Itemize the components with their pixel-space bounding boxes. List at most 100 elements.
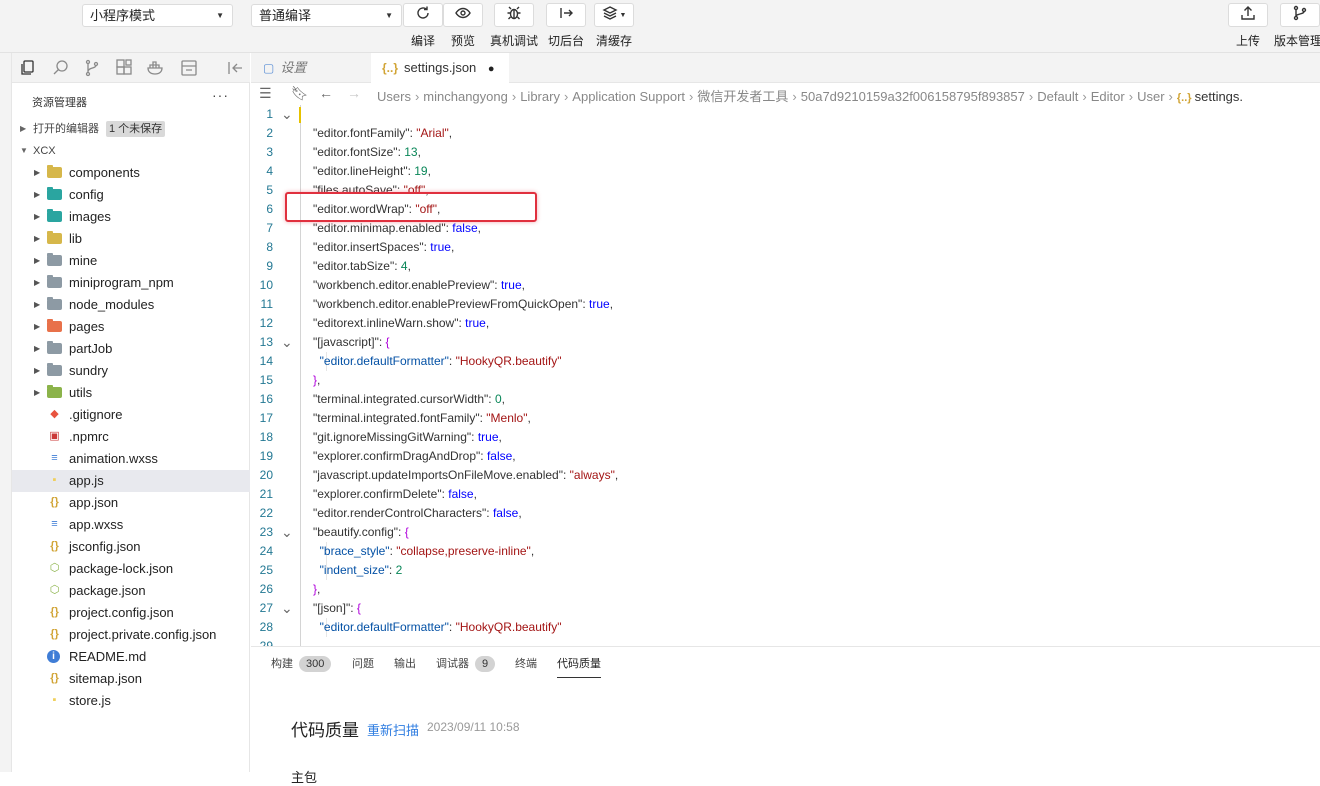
- code-token: "indent_size": [319, 563, 389, 577]
- search-icon[interactable]: [52, 59, 70, 77]
- tree-folder[interactable]: ▶ images: [12, 206, 250, 228]
- tree-file[interactable]: ⬡ package-lock.json: [12, 558, 250, 580]
- tree-file[interactable]: ▪ store.js: [12, 690, 250, 712]
- breadcrumb-item[interactable]: Application Support: [572, 89, 685, 104]
- line-number: 4: [266, 164, 273, 178]
- code-token: "collapse,preserve-inline": [396, 544, 531, 558]
- line-number: 24: [259, 544, 273, 558]
- tree-folder[interactable]: ▶ sundry: [12, 360, 250, 382]
- unsaved-dot-icon[interactable]: ●: [488, 63, 495, 75]
- tree-folder[interactable]: ▶ components: [12, 162, 250, 184]
- line-number: 3: [266, 145, 273, 159]
- list-icon[interactable]: ☰: [259, 85, 272, 102]
- compile-button[interactable]: [403, 3, 443, 27]
- breadcrumb-item[interactable]: Users: [377, 89, 411, 104]
- code-token: "editor.lineHeight": [313, 164, 408, 178]
- panel-tab-output[interactable]: 输出: [394, 656, 416, 678]
- upload-button[interactable]: [1228, 3, 1268, 27]
- breadcrumb-item[interactable]: User: [1137, 89, 1164, 104]
- tree-file[interactable]: ◆ .gitignore: [12, 404, 250, 426]
- tab-label: settings.json: [404, 60, 477, 75]
- code-token: ,: [427, 164, 431, 178]
- chevron-right-icon: ›: [1168, 89, 1173, 104]
- fold-chevron-icon[interactable]: ⌄: [281, 525, 293, 539]
- collapse-sidebar-icon[interactable]: [226, 59, 244, 77]
- chevron-right-icon: ▶: [34, 256, 41, 265]
- tree-folder[interactable]: ▶ utils: [12, 382, 250, 404]
- forward-arrow-icon[interactable]: →: [347, 85, 361, 101]
- chevron-right-icon: ▶: [34, 212, 41, 221]
- compile-select[interactable]: 普通编译 ▼: [251, 4, 402, 27]
- docker-icon[interactable]: [147, 59, 165, 77]
- tree-file[interactable]: {} sitemap.json: [12, 668, 250, 690]
- tree-folder[interactable]: ▶ node_modules: [12, 294, 250, 316]
- panel-tab-code-quality[interactable]: 代码质量: [557, 656, 601, 678]
- line-number: 6: [266, 202, 273, 216]
- tree-folder[interactable]: ▶ lib: [12, 228, 250, 250]
- bottom-panel: 构建 300 问题 输出 调试器 9 终端 代码质量 代码质量 重新扫描 2023/…: [251, 646, 1320, 785]
- rescan-link[interactable]: 重新扫描: [367, 720, 419, 739]
- switch-background-label: 切后台: [547, 34, 585, 48]
- fold-chevron-icon[interactable]: ⌄: [281, 601, 293, 615]
- tree-file[interactable]: i README.md: [12, 646, 250, 668]
- extensions-icon[interactable]: [115, 59, 133, 77]
- folder-icon: [47, 253, 62, 267]
- tree-folder[interactable]: ▶ pages: [12, 316, 250, 338]
- tree-file[interactable]: ▪ app.js: [12, 470, 250, 492]
- code-token: :: [488, 392, 495, 406]
- chevron-right-icon: ›: [1082, 89, 1087, 104]
- breadcrumb-item[interactable]: settings.: [1195, 89, 1243, 104]
- fold-chevron-icon[interactable]: ⌄: [281, 107, 293, 121]
- panel-tab-build[interactable]: 构建 300: [271, 656, 332, 678]
- tree-file[interactable]: ≡ app.wxss: [12, 514, 250, 536]
- chevron-right-icon: ▶: [34, 300, 41, 309]
- source-control-icon[interactable]: [83, 59, 101, 77]
- tree-folder[interactable]: ▶ partJob: [12, 338, 250, 360]
- tab-settings-json[interactable]: {..} settings.json ●: [371, 53, 509, 83]
- tree-folder[interactable]: ▶ config: [12, 184, 250, 206]
- tree-file[interactable]: ≡ animation.wxss: [12, 448, 250, 470]
- breadcrumb-item[interactable]: Default: [1037, 89, 1078, 104]
- panel-tab-terminal[interactable]: 终端: [515, 656, 537, 678]
- tab-settings-ui[interactable]: ▢ 设置: [251, 53, 371, 83]
- tree-item-label: lib: [69, 231, 83, 246]
- tree-folder[interactable]: ▶ miniprogram_npm: [12, 272, 250, 294]
- breadcrumb-item[interactable]: 微信开发者工具: [697, 89, 788, 104]
- code-quality-title: 代码质量: [291, 721, 359, 740]
- storage-icon[interactable]: [180, 59, 198, 77]
- code-editor[interactable]: 1 ⌄ 2 "editor.fontFamily": "Arial", 3 "editor…: [251, 105, 1320, 646]
- line-number: 10: [259, 278, 273, 292]
- preview-button[interactable]: [443, 3, 483, 27]
- version-control-button[interactable]: [1280, 3, 1320, 27]
- bookmark-icon[interactable]: 🔖︎: [291, 85, 309, 102]
- clear-cache-button[interactable]: ▼: [594, 3, 634, 27]
- more-actions-icon[interactable]: ···: [212, 87, 229, 103]
- tree-file[interactable]: ▣ .npmrc: [12, 426, 250, 448]
- tree-file[interactable]: {} jsconfig.json: [12, 536, 250, 558]
- mode-select[interactable]: 小程序模式 ▼: [82, 4, 233, 27]
- breadcrumb-item[interactable]: Library: [520, 89, 560, 104]
- tree-file[interactable]: {} project.private.config.json: [12, 624, 250, 646]
- chevron-right-icon: ›: [563, 89, 569, 104]
- project-section[interactable]: ▼ XCX: [12, 140, 250, 162]
- switch-background-button[interactable]: [546, 3, 586, 27]
- panel-tab-problems[interactable]: 问题: [352, 656, 374, 678]
- panel-tab-debugger[interactable]: 调试器 9: [436, 656, 496, 678]
- tree-file[interactable]: {} project.config.json: [12, 602, 250, 624]
- breadcrumb-item[interactable]: Editor: [1091, 89, 1125, 104]
- tree-file[interactable]: ⬡ package.json: [12, 580, 250, 602]
- breadcrumb-item[interactable]: 50a7d9210159a32f006158795f893857: [801, 89, 1025, 104]
- breadcrumb-item[interactable]: minchangyong: [423, 89, 508, 104]
- fold-chevron-icon[interactable]: ⌄: [281, 335, 293, 349]
- tree-file[interactable]: {} app.json: [12, 492, 250, 514]
- open-editors-section[interactable]: ▶ 打开的编辑器 1 个未保存: [12, 118, 250, 140]
- mode-select-value: 小程序模式: [90, 8, 156, 23]
- file-icon: ▢: [263, 61, 275, 75]
- files-icon[interactable]: [19, 59, 37, 77]
- remote-debug-button[interactable]: [494, 3, 534, 27]
- tree-item-label: sundry: [69, 363, 109, 378]
- code-line: "workbench.editor.enablePreview": true,: [313, 278, 525, 292]
- tree-folder[interactable]: ▶ mine: [12, 250, 250, 272]
- code-token: ,: [527, 411, 531, 425]
- back-arrow-icon[interactable]: ←: [319, 85, 333, 101]
